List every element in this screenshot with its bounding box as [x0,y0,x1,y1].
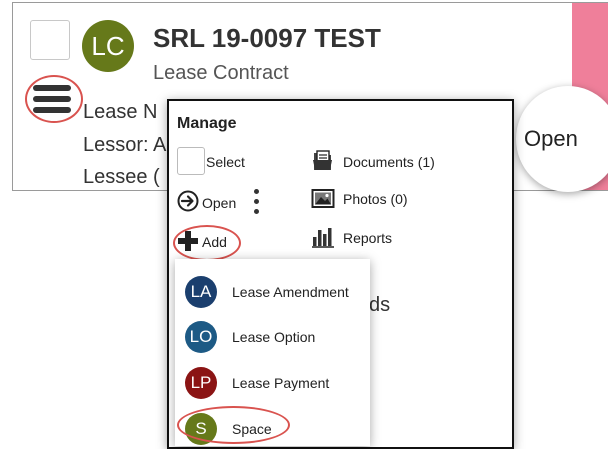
field-lessee: Lessee ( [83,166,160,188]
photo-icon[interactable] [311,187,335,211]
lease-option-avatar: LO [185,321,217,353]
lease-payment-label: Lease Payment [232,375,330,391]
add-lease-amendment-item[interactable]: LA Lease Amendment [175,272,370,312]
record-checkbox[interactable] [30,20,70,60]
photos-menu-item[interactable]: Photos (0) [343,191,408,207]
record-title[interactable]: SRL 19-0097 TEST [153,23,381,54]
open-record-label: Open [524,126,578,151]
select-label[interactable]: Select [206,154,245,170]
open-arrow-icon[interactable] [177,190,199,212]
add-lease-payment-item[interactable]: LP Lease Payment [175,363,370,403]
lease-amendment-label: Lease Amendment [232,284,349,300]
record-avatar-initials: LC [91,30,125,61]
add-submenu: LA Lease Amendment LO Lease Option LP Le… [175,259,370,446]
reports-menu-item[interactable]: Reports [343,230,392,246]
record-type: Lease Contract [153,62,289,84]
lease-payment-avatar: LP [185,367,217,399]
add-lease-option-item[interactable]: LO Lease Option [175,317,370,357]
field-lessor: Lessor: A [83,134,167,156]
document-icon[interactable] [311,149,335,173]
lease-option-initials: LO [189,327,213,346]
open-menu-item[interactable]: Open [202,195,236,211]
lease-option-label: Lease Option [232,329,316,345]
lease-amendment-initials: LA [190,282,212,301]
select-checkbox[interactable] [177,147,205,175]
space-highlight-ring [177,406,290,444]
field-lease-number: Lease N [83,101,158,123]
manage-menu-title: Manage [177,115,237,132]
documents-menu-item[interactable]: Documents (1) [343,154,435,170]
lease-payment-initials: LP [190,373,212,392]
hamburger-highlight-ring [25,75,83,123]
record-avatar: LC [82,20,134,72]
add-highlight-ring [173,225,241,261]
reports-icon[interactable] [311,225,335,249]
background-text-fragment: ds [369,294,391,316]
kebab-icon[interactable] [254,189,260,215]
lease-amendment-avatar: LA [185,276,217,308]
